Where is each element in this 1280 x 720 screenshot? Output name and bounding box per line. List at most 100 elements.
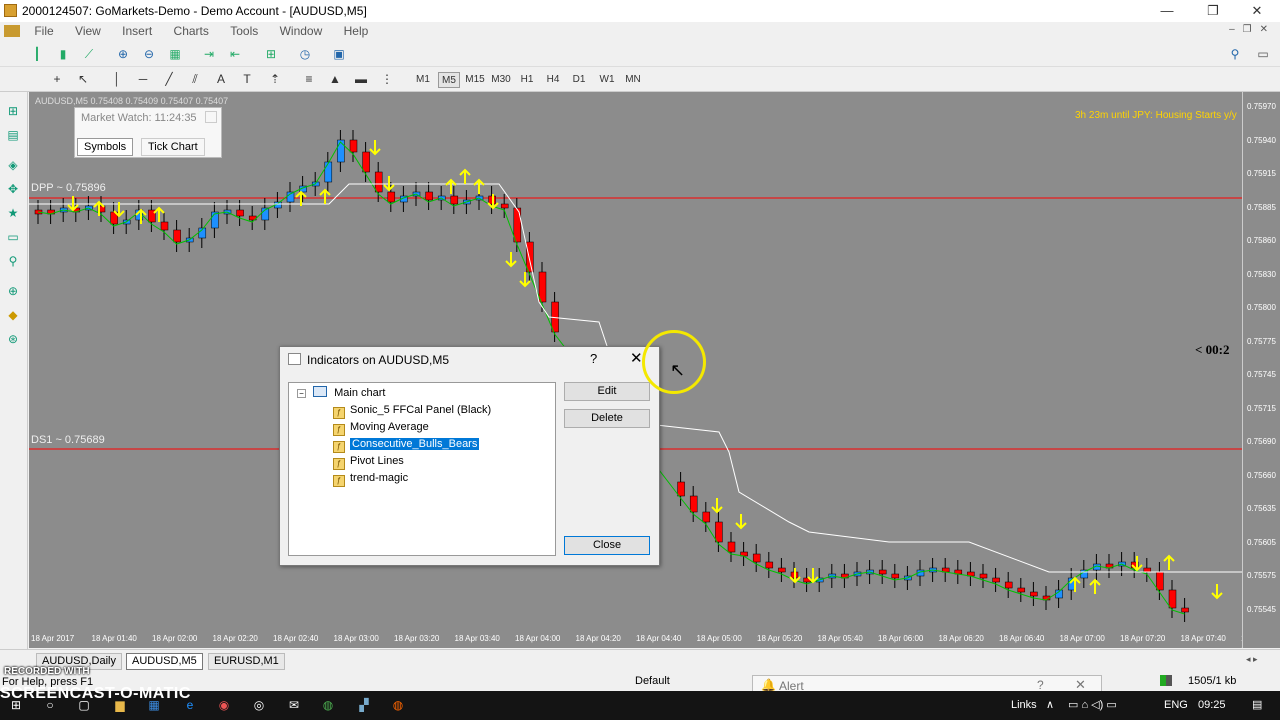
watermark-line1: RECORDED WITH xyxy=(4,666,90,677)
crosshair-icon[interactable]: + xyxy=(48,71,66,88)
add-icon[interactable]: ⊕ xyxy=(4,284,22,300)
metatrader-icon[interactable]: ▞ xyxy=(356,697,372,713)
tf-m1[interactable]: M1 xyxy=(412,72,434,88)
delete-button[interactable]: Delete xyxy=(564,409,650,428)
collapse-icon[interactable]: − xyxy=(297,389,306,398)
tf-mn[interactable]: MN xyxy=(622,72,644,88)
chrome-icon[interactable]: ◍ xyxy=(320,697,336,713)
maximize-button[interactable]: ❐ xyxy=(1190,0,1236,22)
tray-icons[interactable]: ▭ ⌂ ◁) ▭ xyxy=(1068,698,1117,711)
tab-eurusd-m1[interactable]: EURUSD,M1 xyxy=(208,653,285,670)
dialog-help-button[interactable]: ? xyxy=(590,351,597,366)
tab-audusd-m5[interactable]: AUDUSD,M5 xyxy=(126,653,203,670)
search-icon[interactable]: ⚲ xyxy=(1226,46,1244,63)
vertical-line-icon[interactable]: │ xyxy=(108,71,126,88)
signals-icon[interactable]: ⊛ xyxy=(4,332,22,348)
menu-tools[interactable]: Tools xyxy=(221,22,267,40)
fib-icon[interactable]: ≡ xyxy=(300,71,318,88)
price-label: 0.75635 xyxy=(1247,504,1276,513)
edit-button[interactable]: Edit xyxy=(564,382,650,401)
horizontal-line-icon[interactable]: ─ xyxy=(134,71,152,88)
bell-icon: 🔔 xyxy=(761,678,776,692)
tray-chevron-icon[interactable]: ∧ xyxy=(1046,698,1054,711)
menu-charts[interactable]: Charts xyxy=(165,22,218,40)
autoscroll-icon[interactable]: ⇥ xyxy=(200,46,218,63)
history-icon[interactable]: ▤ xyxy=(4,128,22,144)
price-label: 0.75545 xyxy=(1247,604,1276,614)
tag-icon[interactable]: ◆ xyxy=(4,308,22,324)
close-window-button[interactable]: ✕ xyxy=(1234,0,1280,22)
mdi-controls[interactable]: –❐✕ xyxy=(1229,24,1276,35)
tf-h4[interactable]: H4 xyxy=(542,72,564,88)
candle-body xyxy=(979,573,988,579)
price-label: 0.75660 xyxy=(1247,470,1276,480)
time-label: 18 Apr 04:40 xyxy=(636,634,682,643)
firefox-icon[interactable]: ◍ xyxy=(390,697,406,713)
channel-icon[interactable]: ⫽ xyxy=(186,71,204,88)
tf-d1[interactable]: D1 xyxy=(568,72,590,88)
trendline-icon[interactable]: ╱ xyxy=(160,71,178,88)
notifications-icon[interactable]: ▤ xyxy=(1252,698,1262,711)
experts-icon[interactable]: ★ xyxy=(4,206,22,222)
tree-item-moving-average[interactable]: ƒ Moving Average xyxy=(333,420,429,436)
menu-help[interactable]: Help xyxy=(335,22,378,40)
terminal-icon[interactable]: ▭ xyxy=(4,230,22,246)
rectangle-icon[interactable]: ▬ xyxy=(352,71,370,88)
arrows-icon[interactable]: ⇡ xyxy=(266,71,284,88)
periods-icon[interactable]: ◷ xyxy=(296,46,314,63)
templates-icon[interactable]: ▣ xyxy=(330,46,348,63)
market-watch-close-icon[interactable] xyxy=(205,111,217,123)
tf-w1[interactable]: W1 xyxy=(596,72,618,88)
navigator-icon[interactable]: ✥ xyxy=(4,182,22,198)
line-chart-icon[interactable]: ⟋ xyxy=(80,46,98,63)
candle-chart-icon[interactable]: ▮ xyxy=(54,46,72,63)
links-toolbar[interactable]: Links xyxy=(1011,699,1037,711)
menu-window[interactable]: Window xyxy=(271,22,332,40)
minimize-button[interactable]: — xyxy=(1144,0,1190,22)
new-order-icon[interactable]: ⊞ xyxy=(4,104,22,120)
price-axis: 0.75970 0.75940 0.75915 0.75885 0.75860 0.758… xyxy=(1242,92,1280,648)
cursor-icon[interactable]: ↖ xyxy=(74,71,92,88)
chart-shift-icon[interactable]: ⇤ xyxy=(226,46,244,63)
tabs-scroll-icon[interactable]: ◂ ▸ xyxy=(1246,654,1258,665)
zoom-out-icon[interactable]: ⊖ xyxy=(140,46,158,63)
alert-help-button[interactable]: ? xyxy=(1037,678,1044,692)
mail-icon[interactable]: ✉ xyxy=(286,697,302,713)
menu-insert[interactable]: Insert xyxy=(113,22,161,40)
zoom-in-icon[interactable]: ⊕ xyxy=(114,46,132,63)
recorder-icon[interactable]: ◎ xyxy=(251,697,267,713)
tf-m5[interactable]: M5 xyxy=(438,72,460,88)
app-icon-red[interactable]: ◉ xyxy=(216,697,232,713)
language-indicator[interactable]: ENG xyxy=(1164,699,1188,711)
candle-body xyxy=(337,139,345,163)
tab-tick-chart[interactable]: Tick Chart xyxy=(141,138,205,156)
tree-item-consecutive-bulls-bears[interactable]: ƒ Consecutive_Bulls_Bears xyxy=(333,437,480,453)
tile-windows-icon[interactable]: ▦ xyxy=(166,46,184,63)
candle-body xyxy=(387,191,396,203)
indicators-dialog: Indicators on AUDUSD,M5 ? ✕ − Main chart… xyxy=(279,346,660,566)
menu-view[interactable]: View xyxy=(66,22,110,40)
tree-item-trend-magic[interactable]: ƒ trend-magic xyxy=(333,471,408,487)
triangle-icon[interactable]: ▲ xyxy=(326,71,344,88)
close-button[interactable]: Close xyxy=(564,536,650,555)
chat-icon[interactable]: ▭ xyxy=(1254,46,1272,63)
dialog-close-icon[interactable]: ✕ xyxy=(630,349,643,367)
tester-icon[interactable]: ⚲ xyxy=(4,254,22,270)
tree-root[interactable]: − Main chart xyxy=(297,386,385,401)
tf-h1[interactable]: H1 xyxy=(516,72,538,88)
market-watch-icon[interactable]: ◈ xyxy=(4,158,22,174)
label-icon[interactable]: T xyxy=(238,71,256,88)
tf-m15[interactable]: M15 xyxy=(464,72,486,88)
signal-arrow xyxy=(807,568,819,584)
text-icon[interactable]: A xyxy=(212,71,230,88)
grid-icon[interactable]: ⋮ xyxy=(378,71,396,88)
tree-item-sonic[interactable]: ƒ Sonic_5 FFCal Panel (Black) xyxy=(333,403,491,419)
tab-symbols[interactable]: Symbols xyxy=(77,138,134,156)
candle-body xyxy=(1168,589,1177,609)
bar-chart-icon[interactable]: ┃ xyxy=(28,46,46,63)
time-label: 18 Apr 07:00 xyxy=(1059,634,1105,643)
tf-m30[interactable]: M30 xyxy=(490,72,512,88)
tree-item-pivot-lines[interactable]: ƒ Pivot Lines xyxy=(333,454,404,470)
indicators-icon[interactable]: ⊞ xyxy=(262,46,280,63)
menu-file[interactable]: File xyxy=(25,22,62,40)
